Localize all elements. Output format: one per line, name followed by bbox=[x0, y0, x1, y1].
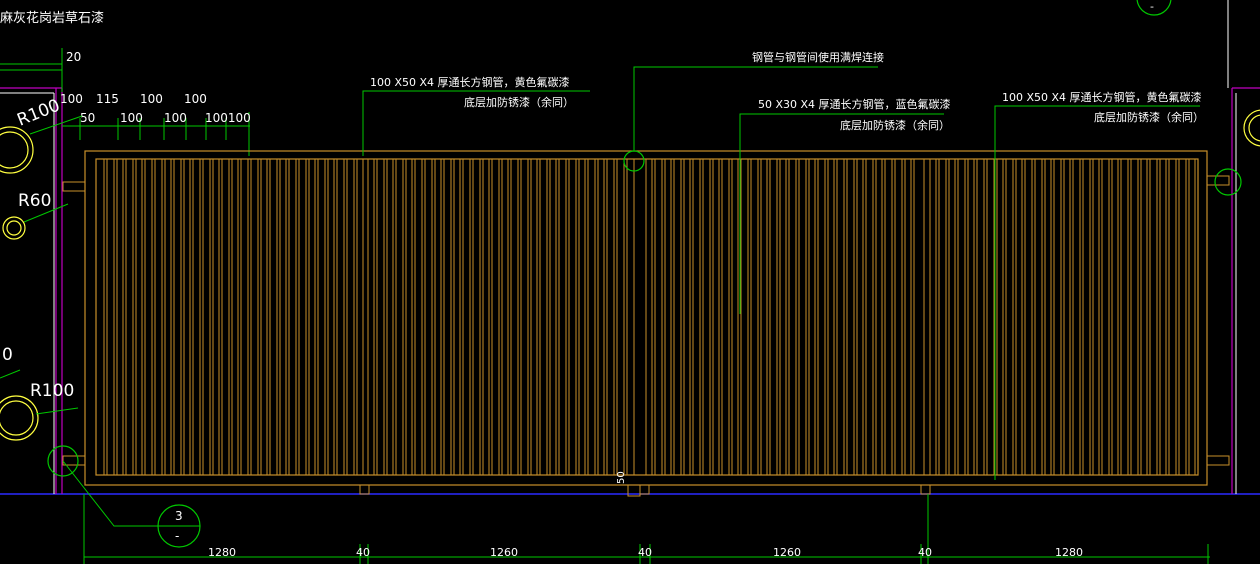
note-left-line2: 底层加防锈漆（余同） bbox=[464, 95, 574, 109]
gap-label: 50 bbox=[616, 471, 627, 484]
cad-drawing-canvas: 20 麻灰花岗岩草石漆 100 115 100 100 50 100 100 1… bbox=[0, 0, 1260, 564]
note-mid-line2: 底层加防锈漆（余同） bbox=[840, 118, 950, 132]
dim-20-lines bbox=[0, 48, 63, 92]
top-dims-row2: 50 100 100 100100 bbox=[80, 111, 251, 125]
dim-label: 100 bbox=[184, 92, 207, 106]
dim-20-label: 20 bbox=[66, 50, 81, 64]
bottom-dim-label: 1260 bbox=[490, 546, 518, 559]
bottom-dim-label: 40 bbox=[918, 546, 932, 559]
dim-label: 50 bbox=[80, 111, 95, 125]
radius-label-r100-bottom: R100 bbox=[30, 381, 74, 401]
note-right-line2: 底层加防锈漆（余同） bbox=[1094, 110, 1204, 124]
bottom-dim-label: 1280 bbox=[208, 546, 236, 559]
dim-label: 100 bbox=[164, 111, 187, 125]
dim-label: 115 bbox=[96, 92, 119, 106]
note-right-line1: 100 X50 X4 厚通长方钢管，黄色氟碳漆 bbox=[1002, 90, 1202, 104]
left-pillar-border bbox=[0, 92, 55, 494]
dim-label: 100 bbox=[120, 111, 143, 125]
bottom-dim-label: 40 bbox=[356, 546, 370, 559]
detail-bubble-top: 3 bbox=[175, 509, 183, 523]
radius-leaders bbox=[0, 115, 83, 415]
note-left-line1: 100 X50 X4 厚通长方钢管，黄色氟碳漆 bbox=[370, 75, 570, 89]
radius-label-r60: R60 bbox=[18, 191, 51, 211]
gate-bars bbox=[103, 159, 1199, 475]
bottom-dim-label: 1280 bbox=[1055, 546, 1083, 559]
weld-note: 钢管与钢管间使用满焊连接 bbox=[752, 50, 884, 64]
right-hinge-callout bbox=[1214, 168, 1242, 196]
title-fragment: 麻灰花岗岩草石漆 bbox=[0, 10, 104, 26]
dim-label: 100 bbox=[60, 92, 83, 106]
bottom-dim-label: 1260 bbox=[773, 546, 801, 559]
dim-label: 100 bbox=[140, 92, 163, 106]
note-mid-line1: 50 X30 X4 厚通长方钢管，蓝色氟碳漆 bbox=[758, 97, 951, 111]
radius-label-zero: 0 bbox=[2, 345, 13, 365]
top-dims-row1: 100 115 100 100 bbox=[60, 92, 207, 106]
top-section-bubble bbox=[1136, 0, 1172, 16]
detail-bubble-bottom: - bbox=[175, 529, 179, 543]
top-bubble-bottom: - bbox=[1150, 0, 1154, 13]
right-pillar-circles bbox=[1243, 109, 1260, 147]
bottom-dim-label: 40 bbox=[638, 546, 652, 559]
dim-label: 100100 bbox=[205, 111, 251, 125]
